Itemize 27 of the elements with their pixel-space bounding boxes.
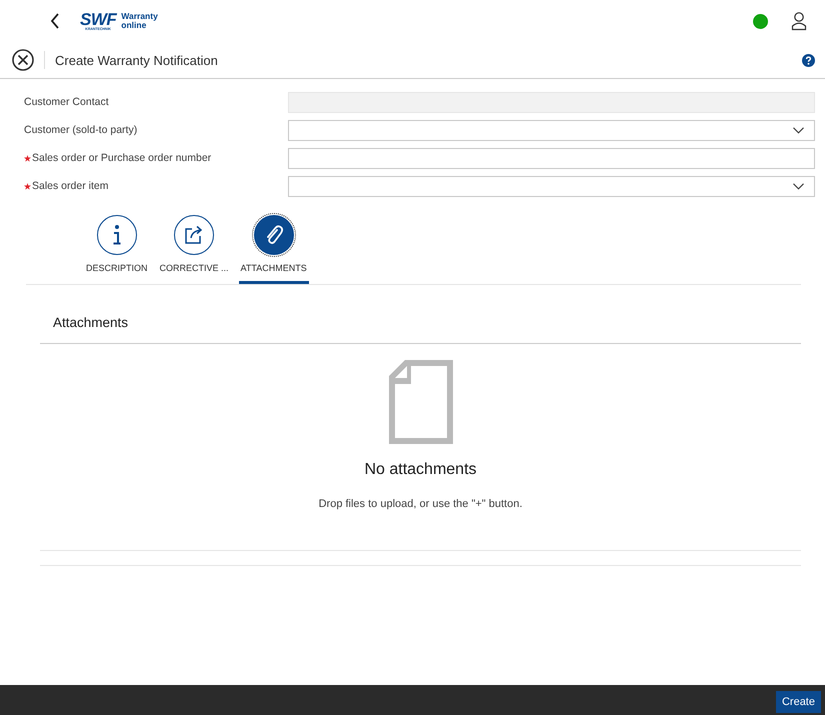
logo-mark: SWF (80, 10, 116, 28)
document-icon (388, 360, 452, 444)
tab[interactable]: ATTACHMENTS (238, 215, 309, 284)
chevron-icon (793, 126, 804, 134)
help-icon[interactable] (802, 54, 815, 66)
app-name: Warranty (121, 12, 158, 21)
field-label: Customer (sold-to party) (24, 124, 138, 136)
dropdown-field[interactable] (288, 120, 815, 140)
page-title: Create Warranty Notification (55, 52, 218, 68)
dropdown-field[interactable] (288, 176, 815, 196)
empty-title: No attachments (364, 461, 477, 479)
input-field[interactable] (288, 148, 815, 168)
create-button[interactable]: Create (776, 691, 821, 713)
user-icon[interactable] (791, 11, 807, 31)
empty-text: Drop files to upload, or use the "+" button. (318, 498, 522, 510)
section-title: Attachments (40, 285, 801, 344)
info-icon (112, 224, 122, 246)
tab[interactable]: CORRECTIVE ... (158, 215, 231, 284)
chevron-icon (793, 182, 804, 190)
app-name-suffix: online (121, 21, 146, 30)
share-icon (184, 225, 204, 245)
back-icon[interactable] (50, 13, 60, 29)
field-label: Customer Contact (24, 96, 109, 108)
field-label: Sales order or Purchase order number (32, 152, 212, 164)
tab[interactable]: DESCRIPTION (84, 215, 150, 284)
close-icon[interactable] (12, 49, 34, 71)
field-label: Sales order item (32, 180, 108, 192)
